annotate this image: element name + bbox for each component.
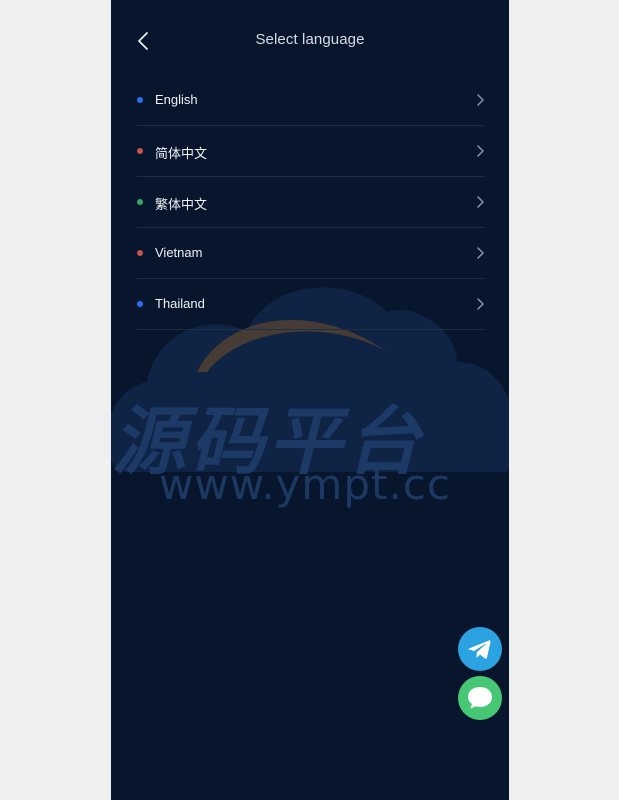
phone-screen: 源码平台 www.ympt.cc Select language English… [111,0,509,800]
chevron-right-icon [477,145,484,157]
chat-bubble-icon [468,687,492,709]
language-item-traditional-chinese[interactable]: 繁体中文 [137,177,485,228]
language-label: Thailand [155,296,205,311]
language-dot [137,148,143,154]
language-list: English 简体中文 繁体中文 Vietnam Thailand [137,75,485,330]
language-item-vietnam[interactable]: Vietnam [137,228,485,279]
language-dot [137,97,143,103]
chevron-right-icon [477,94,484,106]
language-label: 繁体中文 [155,197,208,212]
chevron-right-icon [477,298,484,310]
page-title: Select language [255,31,365,48]
header: Select language [111,0,509,82]
watermark-url: www.ympt.cc [159,460,451,509]
language-dot [137,199,143,205]
language-item-english[interactable]: English [137,75,485,126]
language-item-thailand[interactable]: Thailand [137,279,485,330]
chat-button[interactable] [458,676,502,720]
language-dot [137,250,143,256]
telegram-icon [468,640,491,659]
language-label: English [155,92,198,107]
language-item-simplified-chinese[interactable]: 简体中文 [137,126,485,177]
language-label: 简体中文 [155,146,208,161]
language-label: Vietnam [155,245,203,260]
chevron-right-icon [477,196,484,208]
language-dot [137,301,143,307]
telegram-button[interactable] [458,627,502,671]
watermark-title: 源码平台 [112,399,424,485]
chevron-right-icon [477,247,484,259]
